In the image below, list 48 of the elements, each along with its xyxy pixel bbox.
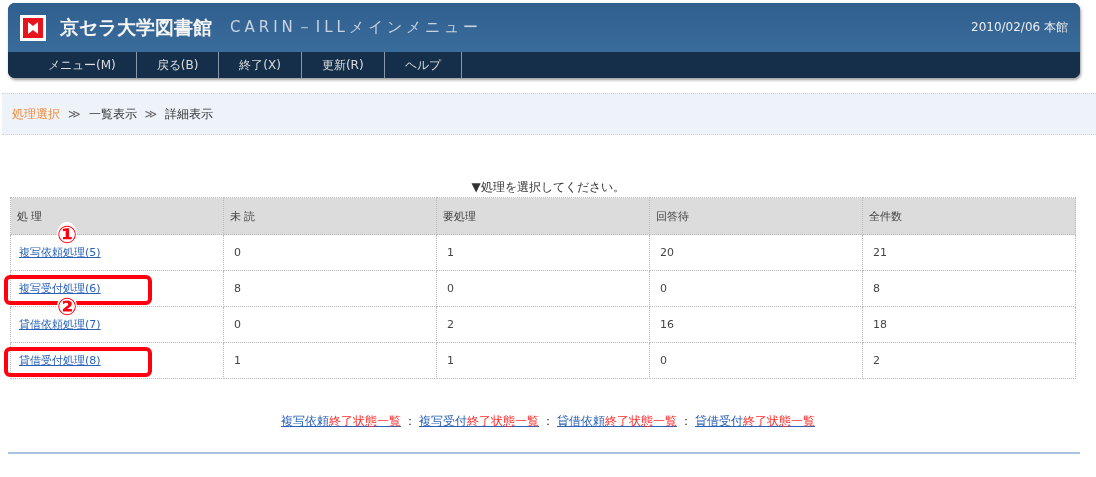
process-link[interactable]: 貸借依頼処理(7) xyxy=(19,318,101,331)
link-separator: ： xyxy=(542,414,554,428)
process-link[interactable]: 貸借受付処理(8) xyxy=(19,354,101,367)
logo-icon xyxy=(20,14,46,41)
status-list-link[interactable]: 複写依頼終了状態一覧 xyxy=(281,414,401,428)
table-cell: 1 xyxy=(223,342,437,379)
table-cell: 8 xyxy=(862,270,1076,307)
status-list-link[interactable]: 複写受付終了状態一覧 xyxy=(419,414,539,428)
breadcrumb-separator: ≫ xyxy=(68,107,81,121)
column-header: 回答待 xyxy=(649,197,863,235)
table-cell: 2 xyxy=(436,306,650,343)
table-cell: 0 xyxy=(649,270,863,307)
table-cell: 18 xyxy=(862,306,1076,343)
step-number: ① xyxy=(57,222,78,248)
table-cell: 21 xyxy=(862,234,1076,271)
table-cell: 8 xyxy=(223,270,437,307)
date-branch: 2010/02/06 本館 xyxy=(971,19,1068,36)
breadcrumb-item: 処理選択 xyxy=(12,105,60,123)
table-cell: 1 xyxy=(436,234,650,271)
breadcrumb-item: 一覧表示 xyxy=(88,105,137,123)
process-link[interactable]: 複写依頼処理(5) xyxy=(19,246,101,259)
table-cell: 0 xyxy=(436,270,650,307)
table-cell: 16 xyxy=(649,306,863,343)
instruction-text: ▼処理を選択してください。 xyxy=(471,180,625,194)
table-cell: 0 xyxy=(649,342,863,379)
table-cell: 1 xyxy=(436,342,650,379)
column-header: 全件数 xyxy=(862,197,1076,235)
menu-item[interactable]: ヘルプ xyxy=(384,52,462,78)
breadcrumb-separator: ≫ xyxy=(144,107,158,121)
table-cell: 0 xyxy=(223,234,437,271)
column-header: 要処理 xyxy=(436,197,650,235)
step-number: ② xyxy=(57,294,78,320)
library-title: 京セラ大学図書館 xyxy=(60,14,212,40)
process-link[interactable]: 複写受付処理(6) xyxy=(19,282,101,295)
table-cell: 20 xyxy=(649,234,863,271)
system-title: CARIN－ILLメインメニュー xyxy=(230,18,482,37)
menu-item[interactable]: 戻る(B) xyxy=(136,52,220,78)
menu-item[interactable]: メニュー(M) xyxy=(38,52,137,78)
link-separator: ： xyxy=(404,414,416,428)
menu-item[interactable]: 終了(X) xyxy=(219,52,302,78)
menu-item[interactable]: 更新(R) xyxy=(301,52,385,78)
link-separator: ： xyxy=(680,414,692,428)
column-header: 未 読 xyxy=(223,197,437,235)
table-cell: 0 xyxy=(223,306,437,343)
breadcrumb-item: 詳細表示 xyxy=(165,105,214,123)
table-cell: 2 xyxy=(862,342,1076,379)
status-list-link[interactable]: 貸借依頼終了状態一覧 xyxy=(557,414,677,428)
status-list-link[interactable]: 貸借受付終了状態一覧 xyxy=(695,414,815,428)
